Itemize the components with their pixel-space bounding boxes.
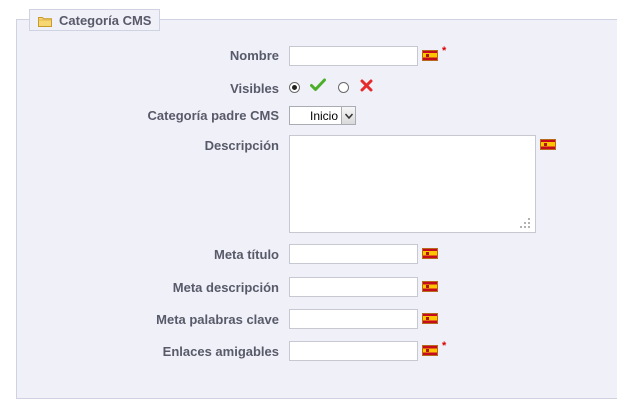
spain-flag-icon[interactable] bbox=[540, 139, 556, 150]
spain-flag-icon[interactable] bbox=[422, 50, 438, 61]
chevron-down-icon[interactable] bbox=[341, 107, 355, 124]
legend-title: Categoría CMS bbox=[59, 12, 152, 28]
enlaces-amigables-input[interactable] bbox=[289, 341, 418, 361]
folder-icon bbox=[38, 15, 52, 27]
select-value: Inicio bbox=[310, 108, 339, 123]
meta-palabras-clave-label: Meta palabras clave bbox=[156, 312, 279, 327]
nombre-label: Nombre bbox=[229, 48, 279, 63]
spain-flag-icon[interactable] bbox=[422, 313, 438, 324]
meta-descripcion-label: Meta descripción bbox=[172, 280, 279, 295]
categoria-padre-label: Categoría padre CMS bbox=[147, 108, 279, 123]
enlaces-amigables-label: Enlaces amigables bbox=[162, 344, 279, 359]
meta-palabras-clave-input[interactable] bbox=[289, 309, 418, 329]
spain-flag-icon[interactable] bbox=[422, 281, 438, 292]
check-icon[interactable] bbox=[310, 78, 326, 97]
categoria-padre-select[interactable]: Inicio bbox=[289, 106, 356, 125]
resize-grip-icon[interactable] bbox=[518, 216, 532, 230]
visible-no-radio[interactable] bbox=[338, 82, 349, 93]
spain-flag-icon[interactable] bbox=[422, 248, 438, 259]
required-marker: * bbox=[442, 340, 447, 352]
visible-yes-radio[interactable] bbox=[289, 82, 300, 93]
meta-titulo-input[interactable] bbox=[289, 244, 418, 264]
fieldset-legend: Categoría CMS bbox=[29, 9, 161, 31]
spain-flag-icon[interactable] bbox=[422, 345, 438, 356]
descripcion-label: Descripción bbox=[204, 138, 279, 153]
descripcion-textarea[interactable] bbox=[289, 135, 536, 233]
nombre-input[interactable] bbox=[289, 46, 418, 66]
visibles-label: Visibles bbox=[230, 81, 279, 96]
meta-descripcion-input[interactable] bbox=[289, 277, 418, 297]
cross-icon[interactable] bbox=[360, 79, 373, 97]
meta-titulo-label: Meta título bbox=[214, 247, 279, 262]
required-marker: * bbox=[442, 45, 447, 57]
